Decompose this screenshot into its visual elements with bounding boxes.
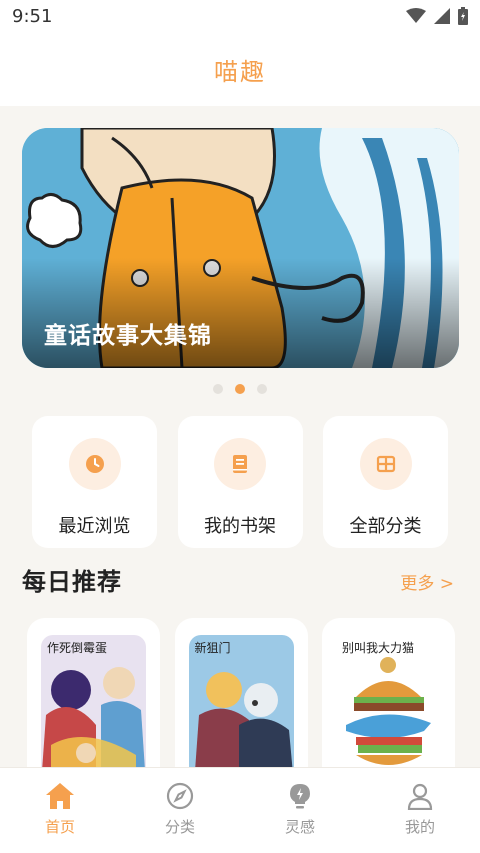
book-icon xyxy=(214,438,266,490)
quick-entry-label: 我的书架 xyxy=(204,516,276,537)
clock-icon xyxy=(68,438,121,490)
user-icon xyxy=(407,783,433,810)
nav-item-profile[interactable]: 我的 xyxy=(360,768,480,853)
carousel-dot[interactable] xyxy=(213,384,223,394)
nav-label: 分类 xyxy=(164,818,195,836)
bulb-icon xyxy=(290,784,310,809)
nav-item-category[interactable]: 分类 xyxy=(120,768,240,853)
nav-label: 灵感 xyxy=(284,818,315,836)
carousel-dot-active[interactable] xyxy=(235,384,245,394)
comic-cover: 新狙门 xyxy=(188,635,294,785)
comic-cover: 别叫我大力猫 xyxy=(336,635,441,785)
daily-recommendations: 作死倒霉蛋 新狙门 别叫我大力猫 xyxy=(27,618,455,788)
comic-cover-art xyxy=(41,635,146,785)
quick-entry-label: 最近浏览 xyxy=(58,516,131,537)
quick-entry-bookshelf[interactable]: 我的书架 xyxy=(177,416,303,548)
nav-label: 我的 xyxy=(404,818,435,836)
status-icons xyxy=(406,7,468,25)
app-header: 喵趣 xyxy=(0,32,480,106)
daily-section-title: 每日推荐 xyxy=(22,568,122,596)
comic-cover: 作死倒霉蛋 xyxy=(41,635,146,785)
comic-cover-title: 新狙门 xyxy=(194,641,231,655)
compass-icon xyxy=(166,782,194,810)
home-icon xyxy=(46,783,74,809)
nav-label: 首页 xyxy=(44,818,75,836)
banner-shade xyxy=(22,258,459,368)
nav-item-home[interactable]: 首页 xyxy=(0,768,120,853)
status-bar: 9:51 xyxy=(0,0,480,32)
quick-entries: 最近浏览 我的书架 全部分类 xyxy=(32,416,448,548)
quick-entry-recent[interactable]: 最近浏览 xyxy=(32,416,157,548)
comic-cover-art xyxy=(336,635,441,785)
signal-icon xyxy=(434,8,450,24)
carousel-dot[interactable] xyxy=(257,384,267,394)
comic-cover-title: 别叫我大力猫 xyxy=(342,641,415,655)
comic-cover-title: 作死倒霉蛋 xyxy=(47,641,108,655)
banner-caption: 童话故事大集锦 xyxy=(44,323,212,349)
quick-entry-label: 全部分类 xyxy=(349,516,422,537)
bottom-nav: 首页 分类 灵感 我的 xyxy=(0,767,480,853)
status-time: 9:51 xyxy=(12,5,53,27)
app-title: 喵趣 xyxy=(214,57,266,86)
more-link[interactable]: 更多 > xyxy=(400,569,454,594)
carousel-indicator xyxy=(0,384,480,394)
battery-icon xyxy=(458,7,468,25)
comic-card[interactable]: 别叫我大力猫 xyxy=(322,618,455,788)
grid-icon xyxy=(359,438,412,490)
nav-item-inspiration[interactable]: 灵感 xyxy=(240,768,360,853)
comic-card[interactable]: 新狙门 xyxy=(174,618,308,788)
quick-entry-categories[interactable]: 全部分类 xyxy=(323,416,448,548)
wifi-icon xyxy=(406,8,426,23)
comic-card[interactable]: 作死倒霉蛋 xyxy=(27,618,160,788)
banner-carousel[interactable]: 童话故事大集锦 xyxy=(22,128,459,368)
comic-cover-art xyxy=(188,635,294,785)
